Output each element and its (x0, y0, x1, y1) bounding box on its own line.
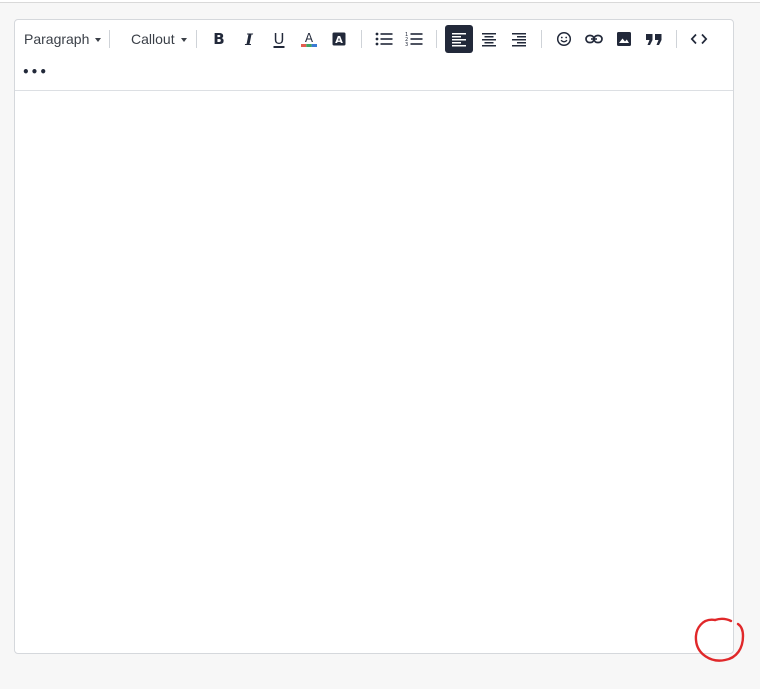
bold-icon: B (213, 30, 225, 48)
highlight-button[interactable]: A (325, 25, 353, 53)
align-center-icon (482, 33, 496, 47)
editor-toolbar: Paragraph Callout B I U A A 1 2 3 ••• (15, 20, 733, 91)
toolbar-row-overflow: ••• (15, 57, 50, 89)
svg-text:3: 3 (405, 42, 408, 47)
top-divider (0, 0, 760, 3)
text-color-icon: A (301, 31, 317, 47)
toolbar-separator (196, 30, 197, 48)
italic-button[interactable]: I (235, 25, 263, 53)
underline-button[interactable]: U (265, 25, 293, 53)
toolbar-separator (436, 30, 437, 48)
align-right-button[interactable] (505, 25, 533, 53)
caret-down-icon (95, 37, 102, 42)
svg-text:A: A (335, 35, 343, 46)
underline-icon: U (273, 30, 285, 48)
caret-down-icon (180, 37, 187, 42)
bulleted-list-button[interactable] (370, 25, 398, 53)
insert-link-button[interactable] (580, 25, 608, 53)
align-center-button[interactable] (475, 25, 503, 53)
align-left-icon (452, 33, 466, 47)
block-style-dropdown[interactable]: Callout (122, 25, 189, 53)
text-color-button[interactable]: A (295, 25, 323, 53)
toolbar-separator (541, 30, 542, 48)
more-options-button[interactable]: ••• (21, 59, 49, 87)
bold-button[interactable]: B (205, 25, 233, 53)
link-icon (585, 34, 603, 44)
align-left-button[interactable] (445, 25, 473, 53)
blockquote-button[interactable] (640, 25, 668, 53)
highlight-icon: A (332, 32, 346, 46)
code-icon (690, 33, 708, 45)
toolbar-separator (676, 30, 677, 48)
align-right-icon (512, 33, 526, 47)
insert-image-button[interactable] (610, 25, 638, 53)
toolbar-row: Paragraph Callout B I U A A 1 2 3 (15, 23, 733, 55)
toolbar-separator (361, 30, 362, 48)
toolbar-separator (109, 30, 110, 48)
editor-content-area[interactable] (15, 91, 733, 653)
emoji-button[interactable] (550, 25, 578, 53)
block-format-label: Paragraph (24, 31, 90, 47)
image-icon (617, 32, 631, 46)
quote-icon (646, 34, 662, 45)
italic-icon: I (245, 29, 253, 49)
numbered-list-icon: 1 2 3 (405, 32, 423, 47)
rich-text-editor: Paragraph Callout B I U A A 1 2 3 ••• (14, 19, 734, 654)
block-style-label: Callout (131, 31, 175, 47)
code-view-button[interactable] (685, 25, 713, 53)
bulleted-list-icon (375, 32, 393, 46)
numbered-list-button[interactable]: 1 2 3 (400, 25, 428, 53)
svg-text:A: A (305, 31, 314, 45)
red-circle-annotation (694, 617, 745, 662)
smiley-icon (556, 31, 572, 47)
block-format-dropdown[interactable]: Paragraph (15, 25, 102, 53)
more-dots-icon: ••• (21, 65, 48, 79)
